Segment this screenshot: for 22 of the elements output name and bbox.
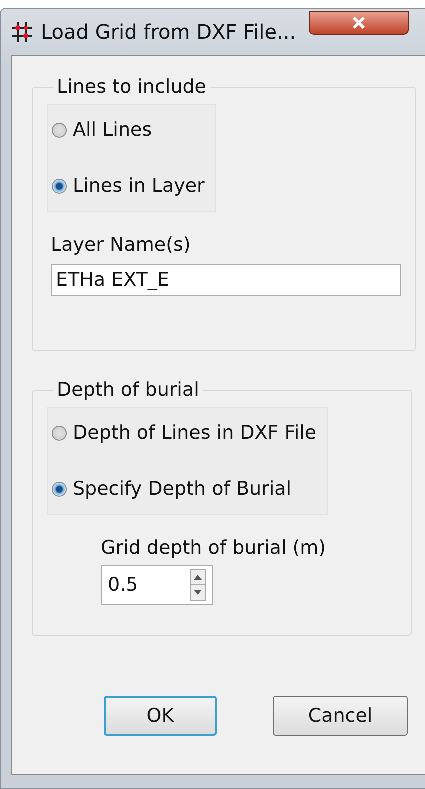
depth-spinbox[interactable]: 0.5: [101, 565, 213, 605]
layer-name-field[interactable]: ETHa EXT_E: [51, 264, 401, 296]
radio-option[interactable]: All Lines: [52, 119, 205, 141]
field-label: Layer Name(s): [51, 234, 192, 256]
dialog-button[interactable]: OK: [104, 696, 217, 736]
radio-option[interactable]: Specify Depth of Burial: [52, 478, 317, 500]
grid-icon: [11, 21, 33, 43]
radio-button[interactable]: [52, 482, 67, 496]
radio-button[interactable]: [52, 426, 67, 440]
close-icon: [352, 16, 366, 30]
depth-value-field[interactable]: 0.5: [108, 574, 178, 596]
spinner-arrows-icon[interactable]: [190, 569, 206, 601]
close-button[interactable]: [309, 11, 409, 35]
radio-label[interactable]: Specify Depth of Burial: [73, 478, 292, 500]
group-title: Depth of burial: [56, 379, 200, 401]
radio-button[interactable]: [52, 178, 67, 194]
field-label: Grid depth of burial (m): [101, 537, 328, 559]
dialog-button[interactable]: Cancel: [273, 696, 408, 736]
radio-button[interactable]: [52, 122, 67, 138]
window-title: Load Grid from DXF File...: [41, 20, 296, 44]
group-title: Lines to include: [56, 76, 208, 98]
radio-label[interactable]: All Lines: [73, 119, 152, 141]
